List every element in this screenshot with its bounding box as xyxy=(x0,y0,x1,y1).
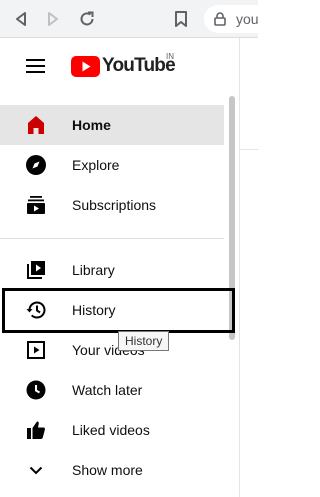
sidebar-item-watch-later[interactable]: Watch later xyxy=(0,370,224,410)
clock-icon xyxy=(24,378,48,402)
youtube-play-icon xyxy=(71,55,100,77)
sidebar-divider xyxy=(0,238,224,239)
compass-icon xyxy=(24,153,48,177)
content-divider xyxy=(240,149,259,150)
url-text: you xyxy=(236,11,259,27)
home-icon xyxy=(24,113,48,137)
sidebar-item-label: Liked videos xyxy=(72,422,150,438)
chevron-down-icon xyxy=(24,458,48,482)
thumbs-up-icon xyxy=(24,418,48,442)
guide-menu-button[interactable] xyxy=(24,56,48,76)
sidebar-item-library[interactable]: Library xyxy=(0,250,224,290)
main-content xyxy=(239,38,259,497)
sidebar-item-explore[interactable]: Explore xyxy=(0,145,224,185)
history-tooltip: History xyxy=(118,331,170,351)
sidebar-item-home[interactable]: Home xyxy=(0,105,224,145)
forward-icon[interactable] xyxy=(43,9,63,29)
sidebar-item-label: Subscriptions xyxy=(72,197,157,213)
youtube-logo[interactable]: YouTube xyxy=(71,55,176,77)
subscriptions-icon xyxy=(24,193,48,217)
sidebar-item-liked-videos[interactable]: Liked videos xyxy=(0,410,224,450)
reload-icon[interactable] xyxy=(77,9,97,29)
sidebar-item-label: Show more xyxy=(72,462,143,478)
address-bar[interactable]: you xyxy=(204,5,264,33)
hamburger-icon xyxy=(26,59,45,73)
sidebar-item-show-more[interactable]: Show more xyxy=(0,450,224,490)
browser-toolbar: you xyxy=(0,0,264,38)
your-videos-icon xyxy=(24,338,48,362)
sidebar-item-label: Home xyxy=(72,117,111,133)
sidebar-item-label: Watch later xyxy=(72,382,143,398)
sidebar-item-label: Library xyxy=(72,262,115,278)
region-code: IN xyxy=(166,52,174,61)
bookmark-icon[interactable] xyxy=(171,9,191,29)
library-icon xyxy=(24,258,48,282)
sidebar-item-your-videos[interactable]: Your videos xyxy=(0,330,224,370)
history-highlight-box xyxy=(2,288,235,333)
lock-icon xyxy=(214,12,226,31)
back-icon[interactable] xyxy=(11,9,31,29)
sidebar-item-label: Explore xyxy=(72,157,120,173)
logo-text: YouTube xyxy=(102,55,176,76)
sidebar-item-subscriptions[interactable]: Subscriptions xyxy=(0,185,224,225)
